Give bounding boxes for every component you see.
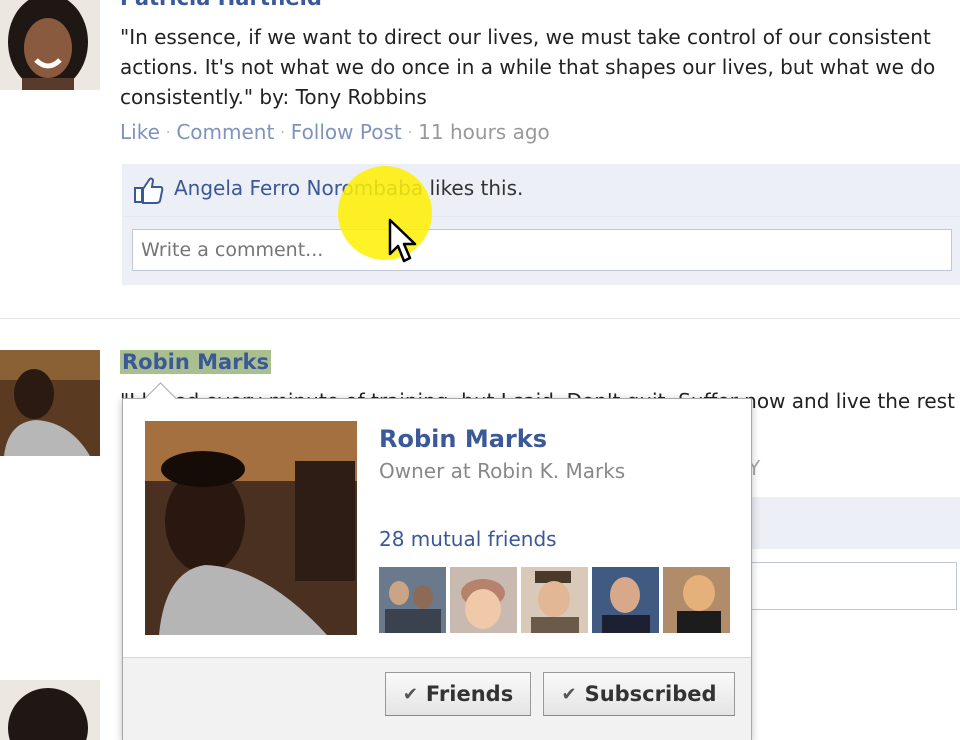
- mutual-friend-thumb[interactable]: [450, 567, 517, 633]
- post-text: "In essence, if we want to direct our li…: [120, 25, 936, 109]
- separator-dot: ·: [280, 125, 285, 141]
- profile-job: Owner at Robin K. Marks: [379, 459, 626, 483]
- separator-dot: ·: [407, 125, 413, 141]
- post-author-link[interactable]: Patricia Hartfield: [120, 0, 322, 10]
- thumbs-up-icon: [134, 176, 164, 208]
- check-icon: ✔: [561, 683, 577, 705]
- mutual-friend-thumb[interactable]: [521, 567, 588, 633]
- mutual-friends-link[interactable]: 28 mutual friends: [379, 527, 557, 551]
- comment-link[interactable]: Comment: [176, 120, 274, 144]
- likes-suffix: likes this.: [423, 176, 524, 200]
- post-author-link[interactable]: Robin Marks: [120, 350, 271, 374]
- mutual-friend-thumb[interactable]: [663, 567, 730, 633]
- friends-button-label: Friends: [425, 682, 514, 706]
- profile-photo[interactable]: [145, 421, 357, 635]
- separator-dot: ·: [165, 125, 171, 141]
- mutual-friend-thumb[interactable]: [379, 567, 446, 633]
- like-link[interactable]: Like: [120, 120, 160, 144]
- hovercard-footer: ✔ Friends ✔ Subscribed: [123, 657, 751, 740]
- likes-summary: Angela Ferro Norombaba likes this.: [122, 164, 960, 217]
- post-actions: Like · Comment · Follow Post · 11 hours ago: [120, 120, 550, 144]
- author-avatar[interactable]: [0, 350, 100, 456]
- profile-hovercard: Robin Marks Owner at Robin K. Marks 28 m…: [122, 382, 752, 740]
- author-avatar[interactable]: [0, 680, 100, 740]
- mouse-cursor-icon: [388, 218, 418, 268]
- follow-post-link[interactable]: Follow Post: [291, 120, 402, 144]
- comment-input-partial[interactable]: [750, 562, 957, 610]
- feed-post: Patricia Hartfield "In essence, if we wa…: [0, 0, 960, 300]
- comment-area: [122, 217, 960, 285]
- mutual-friends-thumbnails: [379, 567, 730, 633]
- subscribed-button-label: Subscribed: [584, 682, 717, 706]
- profile-name-link[interactable]: Robin Marks: [379, 425, 547, 453]
- mutual-friend-thumb[interactable]: [592, 567, 659, 633]
- post-divider: [0, 318, 960, 319]
- post-timestamp[interactable]: 11 hours ago: [418, 120, 550, 144]
- comment-input[interactable]: [132, 229, 952, 271]
- friends-button[interactable]: ✔ Friends: [385, 672, 531, 716]
- author-avatar[interactable]: [0, 0, 100, 90]
- likes-summary-partial: [740, 497, 960, 549]
- check-icon: ✔: [402, 683, 418, 705]
- subscribed-button[interactable]: ✔ Subscribed: [543, 672, 735, 716]
